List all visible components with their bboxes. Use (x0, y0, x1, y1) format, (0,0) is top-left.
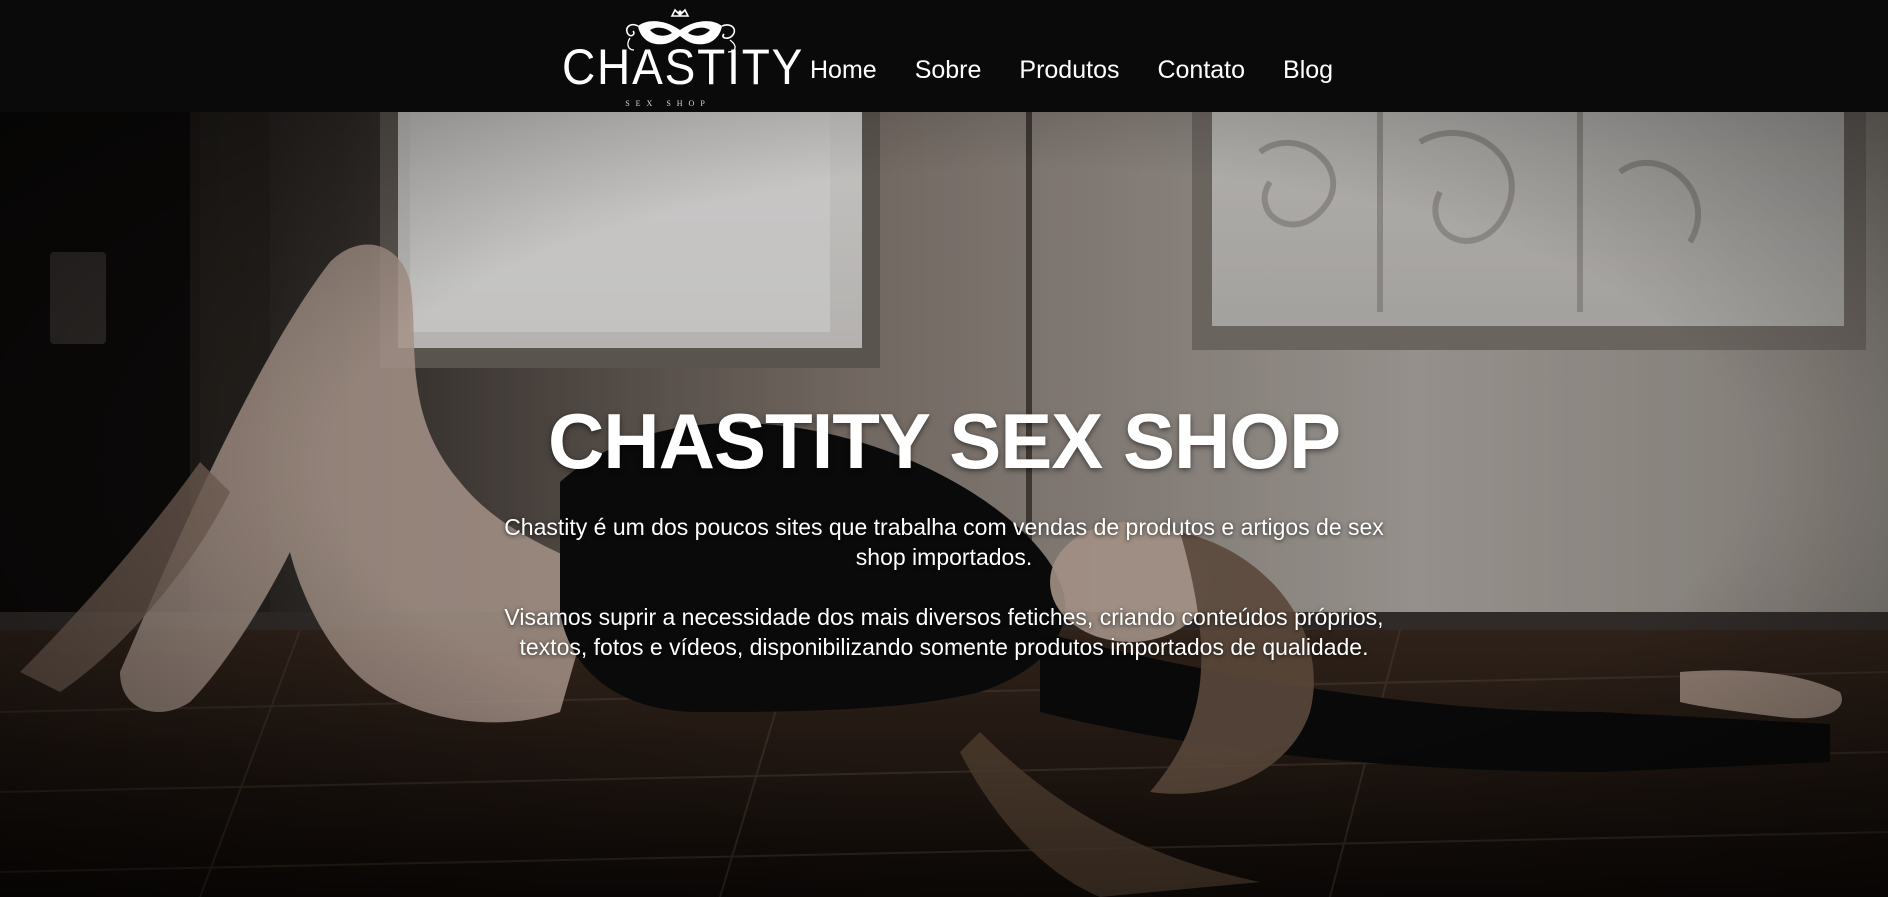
main-nav: Home Sobre Produtos Contato Blog (810, 58, 1333, 83)
logo-wordmark: CHASTITY (562, 39, 805, 95)
hero-paragraph-1: Chastity é um dos poucos sites que traba… (504, 514, 1384, 570)
site-header: CHASTITY SEX SHOP Home Sobre Produtos Co… (0, 0, 1888, 112)
nav-item-produtos[interactable]: Produtos (1019, 58, 1119, 83)
site-logo[interactable]: CHASTITY SEX SHOP (548, 8, 802, 108)
hero-title: CHASTITY SEX SHOP (547, 397, 1341, 485)
hero-section: CHASTITY SEX SHOP Chastity é um dos pouc… (0, 112, 1888, 897)
hero-content: CHASTITY SEX SHOP Chastity é um dos pouc… (0, 402, 1888, 692)
logo-subtext: SEX SHOP (625, 99, 711, 108)
nav-item-contato[interactable]: Contato (1157, 58, 1245, 83)
nav-item-home[interactable]: Home (810, 58, 877, 83)
hero-description: Chastity é um dos poucos sites que traba… (479, 512, 1409, 662)
nav-item-sobre[interactable]: Sobre (915, 58, 982, 83)
hero-paragraph-2: Visamos suprir a necessidade dos mais di… (504, 604, 1384, 660)
nav-item-blog[interactable]: Blog (1283, 58, 1333, 83)
